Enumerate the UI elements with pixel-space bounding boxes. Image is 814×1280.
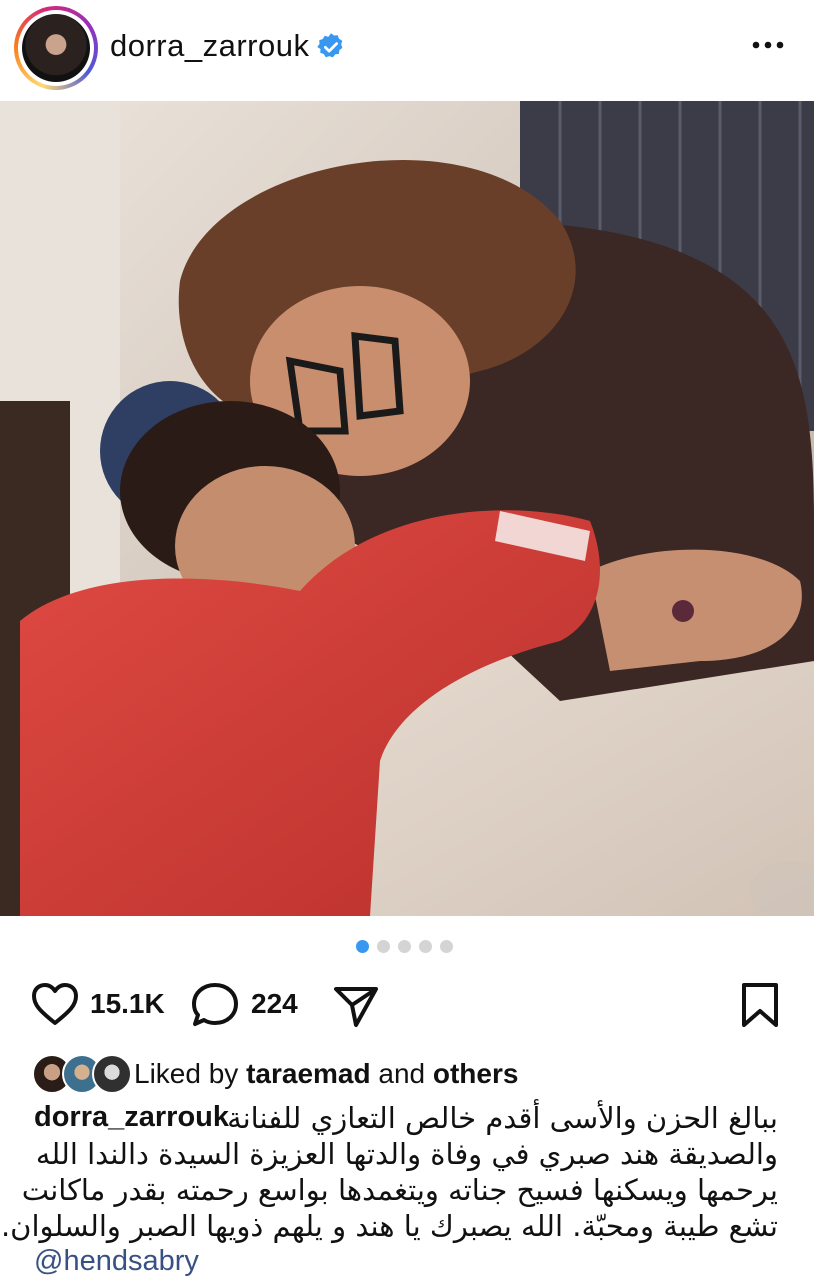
carousel-dot-active [356,940,369,953]
post-username[interactable]: dorra_zarrouk [110,28,309,64]
more-horizontal-icon[interactable] [748,30,788,60]
caption-line-4: تشع طيبة ومحبّة. الله يصبرك يا هند و يله… [0,1209,778,1243]
carousel-dot [377,940,390,953]
caption-line-3: يرحمها ويسكنها فسيح جناته ويتغمدها بواسع… [21,1173,778,1207]
likes-count[interactable]: 15.1K [90,988,165,1020]
comments-count[interactable]: 224 [251,988,298,1020]
send-icon[interactable] [332,983,380,1029]
verified-badge-icon [317,33,343,58]
avatar-image [22,14,90,82]
liked-by-row[interactable]: Liked by taraemad and others [32,1052,792,1096]
carousel-dot [419,940,432,953]
action-bar: 15.1K 224 [0,975,814,1035]
carousel-dot [398,940,411,953]
liked-by-others[interactable]: others [433,1058,519,1089]
caption-line-2: والصديقة هند صبري في وفاة والدتها العزيز… [35,1137,778,1171]
post-photo-illustration [0,101,814,916]
liker-avatar [92,1054,132,1094]
caption-username[interactable]: dorra_zarrouk [34,1101,229,1134]
caption-line-1: ببالغ الحزن والأسى أقدم خالص التعازي للف… [227,1101,778,1135]
liked-by-text: Liked by taraemad and others [134,1058,519,1089]
post-header: dorra_zarrouk [0,0,814,100]
avatar[interactable] [14,6,98,90]
caption-mention-link[interactable]: @hendsabry [34,1245,199,1278]
carousel-indicator [356,940,453,954]
bookmark-icon[interactable] [740,981,780,1029]
liked-by-user[interactable]: taraemad [246,1058,371,1089]
carousel-dot [440,940,453,953]
comment-icon[interactable] [190,981,240,1029]
post-photo[interactable] [0,101,814,916]
heart-icon[interactable] [30,981,80,1027]
